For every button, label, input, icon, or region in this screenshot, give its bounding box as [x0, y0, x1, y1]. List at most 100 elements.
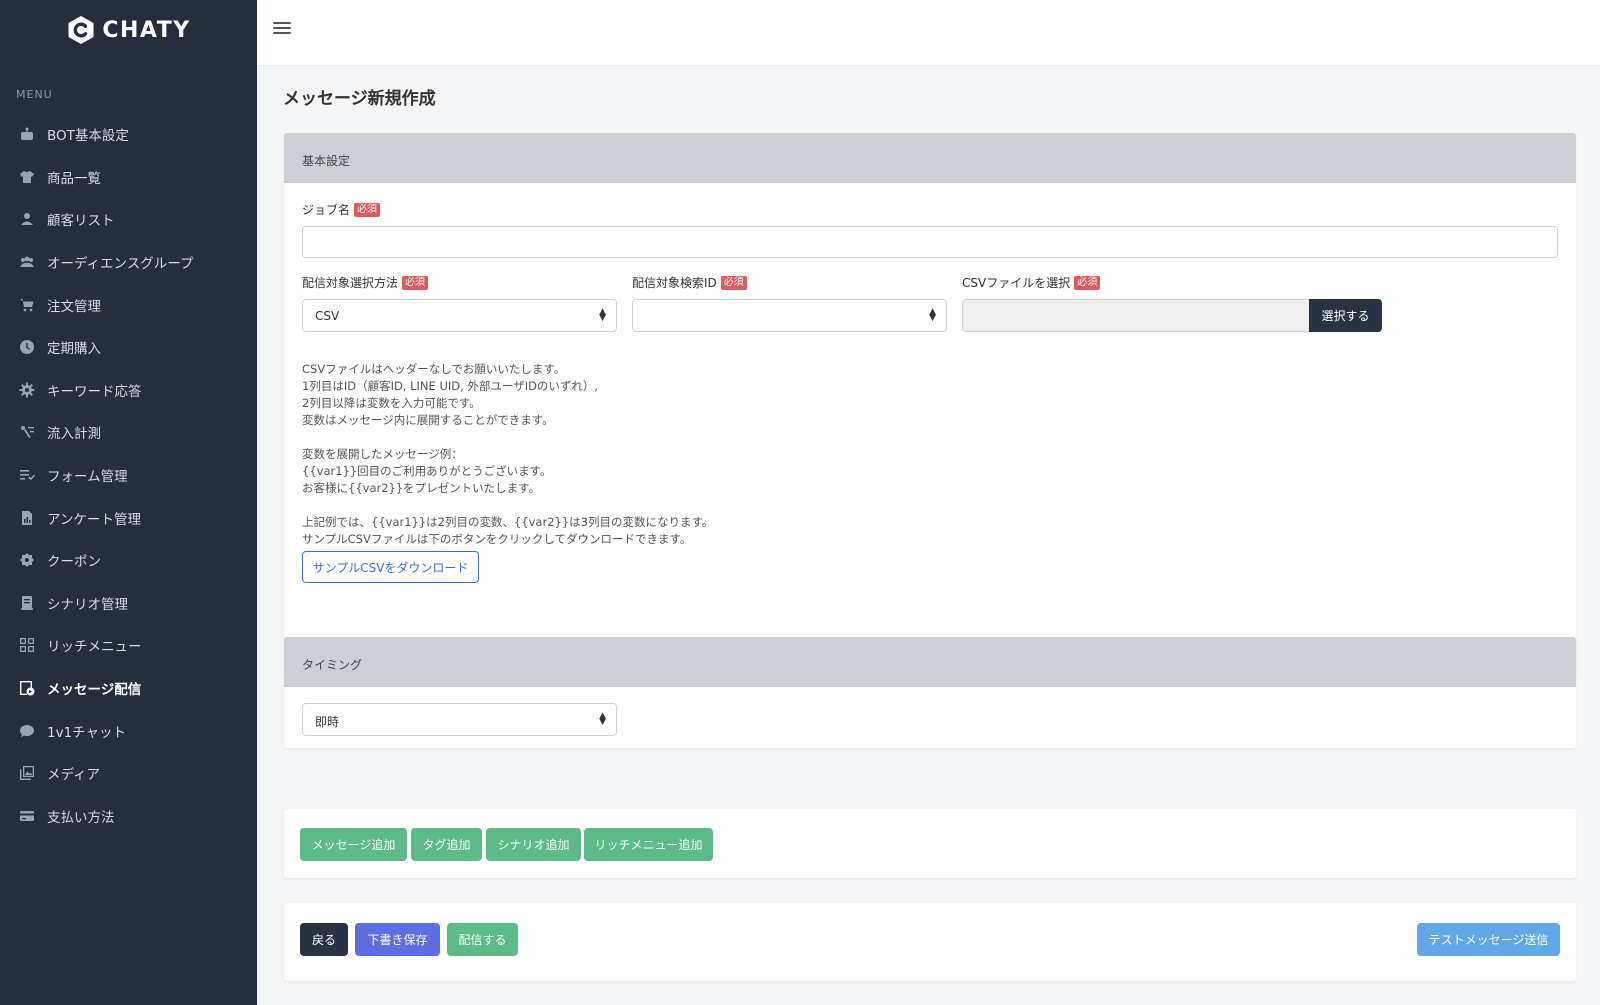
timing-select[interactable]: 即時 ▲ ▼ — [302, 703, 617, 736]
required-badge: 必須 — [402, 275, 429, 290]
add-tag-button[interactable]: タグ追加 — [411, 828, 482, 861]
card-header-timing: タイミング — [284, 637, 1576, 687]
grid-icon — [18, 636, 36, 654]
robot-icon — [18, 125, 36, 143]
sidebar-item-label: 支払い方法 — [47, 809, 115, 826]
sidebar-item-orders[interactable]: 注文管理 — [0, 283, 257, 326]
select-caret-icon: ▲ ▼ — [929, 307, 936, 323]
sidebar-item-label: 注文管理 — [47, 298, 101, 315]
survey-icon — [18, 509, 36, 527]
gear-icon — [18, 381, 36, 399]
target-search-label: 配信対象検索ID 必須 — [632, 274, 747, 291]
sidebar-item-customers[interactable]: 顧客リスト — [0, 198, 257, 241]
coupon-icon — [18, 551, 36, 569]
chaty-logo-icon — [68, 16, 94, 44]
hamburger-menu-icon[interactable] — [273, 22, 291, 38]
help-line: 上記例では、{{var1}}は2列目の変数、{{var2}}は3列目の変数になり… — [302, 515, 714, 529]
sidebar-item-subscriptions[interactable]: 定期購入 — [0, 326, 257, 369]
add-richmenu-button[interactable]: リッチメニュー追加 — [584, 828, 713, 861]
help-line: 1列目はID（顧客ID, LINE UID, 外部ユーザIDのいずれ）, — [302, 379, 599, 393]
sidebar-item-label: 定期購入 — [47, 341, 101, 358]
sidebar-item-label: 商品一覧 — [47, 170, 101, 187]
required-badge: 必須 — [720, 275, 747, 290]
logo[interactable]: CHATY — [0, 0, 257, 60]
payment-icon — [18, 807, 36, 825]
sidebar-item-label: BOT基本設定 — [47, 128, 129, 145]
target-method-label-text: 配信対象選択方法 — [302, 276, 399, 290]
sidebar-item-products[interactable]: 商品一覧 — [0, 156, 257, 199]
tracking-icon — [18, 423, 36, 441]
media-icon — [18, 764, 36, 782]
sidebar-item-label: キーワード応答 — [47, 383, 142, 400]
sidebar-item-surveys[interactable]: アンケート管理 — [0, 496, 257, 539]
sidebar-item-label: シナリオ管理 — [47, 596, 128, 613]
csv-select-button[interactable]: 選択する — [1309, 299, 1382, 332]
sidebar-item-label: フォーム管理 — [47, 469, 128, 486]
sidebar-item-forms[interactable]: フォーム管理 — [0, 454, 257, 497]
sidebar-item-label: メディア — [47, 767, 101, 784]
add-actions-card: メッセージ追加 タグ追加 シナリオ追加 リッチメニュー追加 — [284, 809, 1576, 878]
timing-value: 即時 — [315, 715, 340, 729]
sidebar-item-label: リッチメニュー — [47, 639, 142, 656]
required-badge: 必須 — [1074, 275, 1101, 290]
download-sample-csv-button[interactable]: サンプルCSVをダウンロード — [302, 551, 479, 583]
target-method-label: 配信対象選択方法 必須 — [302, 274, 429, 291]
sidebar-item-bot-settings[interactable]: BOT基本設定 — [0, 113, 257, 156]
add-message-button[interactable]: メッセージ追加 — [300, 828, 407, 861]
sidebar-item-label: メッセージ配信 — [47, 682, 142, 699]
page-title: メッセージ新規作成 — [283, 89, 436, 109]
sidebar-item-rich-menu[interactable]: リッチメニュー — [0, 624, 257, 667]
form-icon — [18, 466, 36, 484]
target-method-select[interactable]: CSV ▲ ▼ — [302, 299, 617, 332]
logo-text: CHATY — [102, 17, 191, 43]
help-line: サンプルCSVファイルは下のボタンをクリックしてダウンロードできます。 — [302, 532, 692, 546]
job-name-input[interactable] — [302, 226, 1558, 258]
clock-icon — [18, 338, 36, 356]
target-method-value: CSV — [315, 309, 340, 323]
sidebar-item-label: アンケート管理 — [47, 511, 141, 528]
sidebar-item-inflow-tracking[interactable]: 流入計測 — [0, 411, 257, 454]
help-line: 変数を展開したメッセージ例： — [302, 447, 463, 461]
sidebar-item-label: 流入計測 — [47, 426, 101, 443]
sidebar-item-media[interactable]: メディア — [0, 752, 257, 795]
required-badge: 必須 — [354, 202, 381, 217]
main-content: メッセージ新規作成 基本設定 ジョブ名 必須 配信対象選択方法 必須 CSV ▲… — [257, 66, 1600, 1005]
save-draft-button[interactable]: 下書き保存 — [355, 923, 440, 956]
message-send-icon — [18, 679, 36, 697]
help-line: 2列目以降は変数を入力可能です。 — [302, 396, 481, 410]
sidebar-item-coupons[interactable]: クーポン — [0, 539, 257, 582]
select-caret-icon: ▲ ▼ — [599, 711, 606, 727]
sidebar-nav: BOT基本設定 商品一覧 顧客リスト オーディエンスグループ 注文管理 定期購入… — [0, 113, 257, 837]
scenario-icon — [18, 594, 36, 612]
job-name-label: ジョブ名 必須 — [302, 201, 381, 218]
sidebar-item-keyword-response[interactable]: キーワード応答 — [0, 369, 257, 412]
sidebar-item-scenarios[interactable]: シナリオ管理 — [0, 582, 257, 625]
job-name-label-text: ジョブ名 — [302, 203, 351, 217]
csv-file-input[interactable] — [962, 299, 1310, 332]
back-button[interactable]: 戻る — [300, 923, 348, 956]
sidebar-item-message-delivery[interactable]: メッセージ配信 — [0, 667, 257, 710]
sidebar-item-label: 1v1チャット — [47, 724, 127, 741]
deliver-button[interactable]: 配信する — [447, 923, 518, 956]
target-search-label-text: 配信対象検索ID — [632, 276, 717, 290]
sidebar-item-audience-groups[interactable]: オーディエンスグループ — [0, 241, 257, 284]
basic-settings-card: 基本設定 ジョブ名 必須 配信対象選択方法 必須 CSV ▲ ▼ 配信対象検索ID… — [284, 133, 1576, 677]
sidebar-item-label: クーポン — [47, 554, 101, 571]
add-scenario-button[interactable]: シナリオ追加 — [486, 828, 581, 861]
menu-heading: MENU — [16, 88, 53, 101]
group-icon — [18, 253, 36, 271]
sidebar-item-label: 顧客リスト — [47, 213, 115, 230]
target-search-select[interactable]: ▲ ▼ — [632, 299, 947, 332]
cart-icon — [18, 296, 36, 314]
sidebar-item-1v1-chat[interactable]: 1v1チャット — [0, 709, 257, 752]
help-line: お客様に{{var2}}をプレゼントいたします。 — [302, 481, 541, 495]
sidebar: CHATY MENU BOT基本設定 商品一覧 顧客リスト オーディエンスグルー… — [0, 0, 257, 1005]
csv-file-label-text: CSVファイルを選択 — [962, 276, 1071, 290]
csv-file-label: CSVファイルを選択 必須 — [962, 274, 1101, 291]
csv-help-text: CSVファイルはヘッダーなしでお願いいたします。 1列目はID（顧客ID, LI… — [302, 361, 713, 548]
card-header-basic: 基本設定 — [284, 133, 1576, 183]
test-message-send-button[interactable]: テストメッセージ送信 — [1417, 923, 1560, 956]
sidebar-item-payment-methods[interactable]: 支払い方法 — [0, 795, 257, 838]
shirt-icon — [18, 168, 36, 186]
help-line: 変数はメッセージ内に展開することができます。 — [302, 413, 554, 427]
